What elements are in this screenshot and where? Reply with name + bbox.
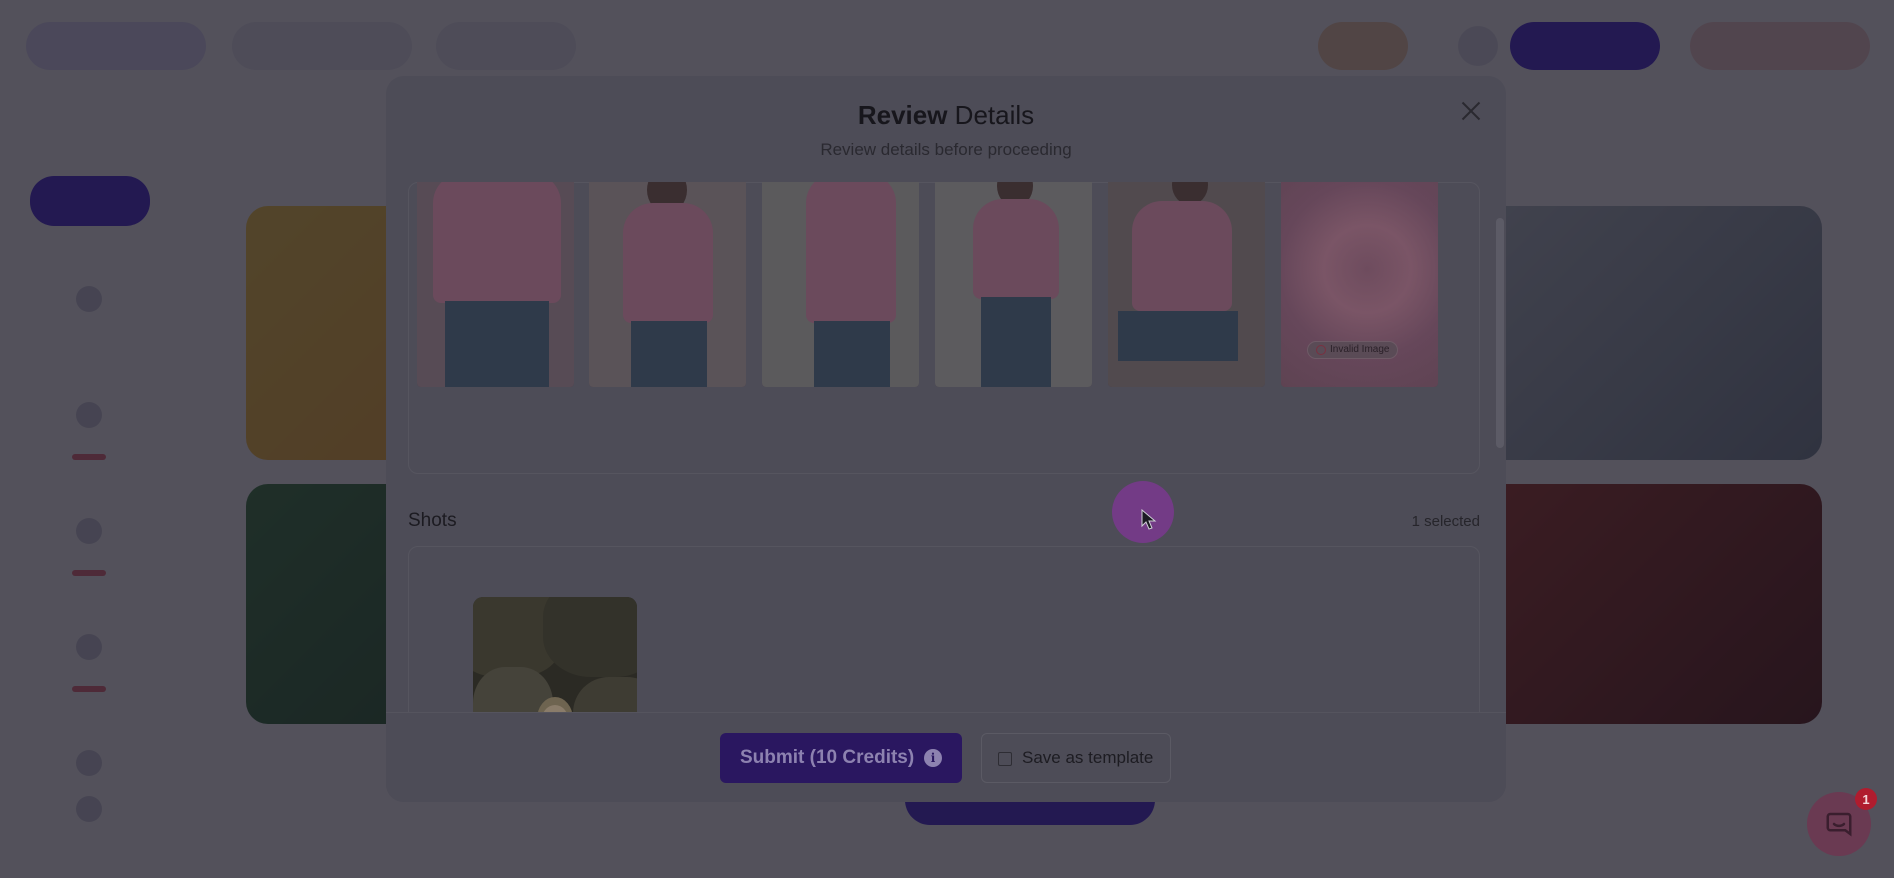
product-image-4[interactable]: [935, 182, 1092, 387]
info-icon[interactable]: i: [924, 749, 942, 767]
chat-launcher-button[interactable]: 1: [1807, 788, 1877, 856]
product-image-1[interactable]: [417, 182, 574, 387]
modal-scroll-area[interactable]: Invalid Image Shots 1 selected: [408, 182, 1480, 788]
modal-title-bold: Review: [857, 100, 948, 130]
modal-header: Review Details Review details before pro…: [386, 76, 1506, 166]
invalid-image-icon: [1316, 345, 1326, 355]
chat-notification-badge: 1: [1855, 788, 1877, 810]
modal-subtitle: Review details before proceeding: [820, 140, 1072, 159]
product-image-3[interactable]: [762, 182, 919, 387]
save-as-template-label: Save as template: [1022, 748, 1154, 767]
save-as-template-toggle[interactable]: Save as template: [981, 733, 1171, 783]
cursor-icon: [1141, 509, 1157, 530]
product-image-5[interactable]: [1108, 182, 1265, 387]
product-image-2[interactable]: [589, 182, 746, 387]
modal-footer: Submit (10 Credits) i Save as template: [386, 712, 1506, 802]
invalid-image-badge: Invalid Image: [1307, 341, 1399, 359]
modal-scrollbar[interactable]: [1496, 218, 1504, 448]
submit-button[interactable]: Submit (10 Credits) i: [720, 733, 962, 783]
close-icon[interactable]: [1458, 98, 1484, 124]
review-details-modal: Review Details Review details before pro…: [386, 76, 1506, 802]
invalid-image-label: Invalid Image: [1330, 344, 1390, 355]
shots-section-title: Shots: [408, 510, 457, 531]
product-image-6[interactable]: Invalid Image: [1281, 182, 1438, 387]
save-as-template-checkbox[interactable]: [998, 752, 1012, 766]
chat-icon: [1826, 812, 1852, 837]
shots-selected-count: 1 selected: [1411, 513, 1480, 530]
modal-title-rest: Details: [947, 100, 1035, 130]
product-images-panel: Invalid Image: [408, 182, 1480, 474]
modal-title: Review Details: [386, 100, 1506, 131]
submit-button-label: Submit (10 Credits): [740, 747, 915, 768]
